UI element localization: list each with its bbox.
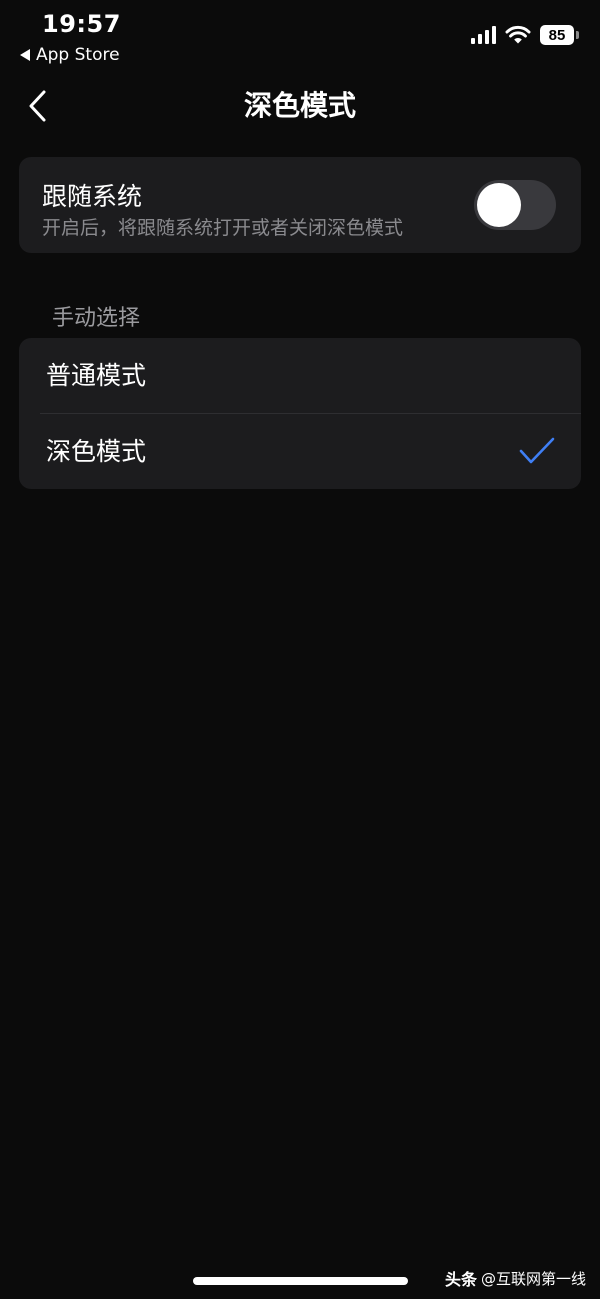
follow-system-description: 开启后，将跟随系统打开或者关闭深色模式 bbox=[42, 217, 404, 239]
wifi-icon bbox=[505, 25, 531, 44]
mode-options-card: 普通模式 深色模式 bbox=[19, 338, 581, 489]
watermark-brand: 头条 bbox=[444, 1270, 477, 1289]
status-indicators: 85 bbox=[471, 25, 579, 45]
page-title: 深色模式 bbox=[243, 89, 356, 122]
back-to-app-store-link[interactable]: App Store bbox=[20, 45, 120, 65]
follow-system-toggle[interactable] bbox=[474, 180, 556, 230]
home-indicator[interactable] bbox=[193, 1277, 408, 1285]
toggle-knob bbox=[477, 183, 521, 227]
back-app-label: App Store bbox=[36, 45, 120, 65]
mode-option-label: 深色模式 bbox=[46, 437, 147, 466]
mode-option-normal[interactable]: 普通模式 bbox=[19, 338, 581, 413]
chevron-left-icon bbox=[29, 90, 46, 122]
back-triangle-icon bbox=[20, 49, 30, 61]
manual-section-label: 手动选择 bbox=[52, 306, 141, 331]
mode-option-label: 普通模式 bbox=[46, 361, 147, 390]
status-bar: 19:57 App Store 85 bbox=[0, 0, 600, 70]
watermark: 头条 @互联网第一线 bbox=[445, 1266, 586, 1290]
watermark-account: @互联网第一线 bbox=[480, 1269, 586, 1288]
cellular-signal-icon bbox=[471, 26, 496, 44]
back-button[interactable] bbox=[22, 86, 58, 126]
checkmark-icon bbox=[519, 437, 555, 464]
battery-icon: 85 bbox=[540, 25, 579, 45]
status-time: 19:57 bbox=[42, 10, 121, 38]
follow-system-title: 跟随系统 bbox=[42, 182, 143, 211]
follow-system-card: 跟随系统 开启后，将跟随系统打开或者关闭深色模式 bbox=[19, 157, 581, 253]
mode-option-dark[interactable]: 深色模式 bbox=[19, 414, 581, 489]
